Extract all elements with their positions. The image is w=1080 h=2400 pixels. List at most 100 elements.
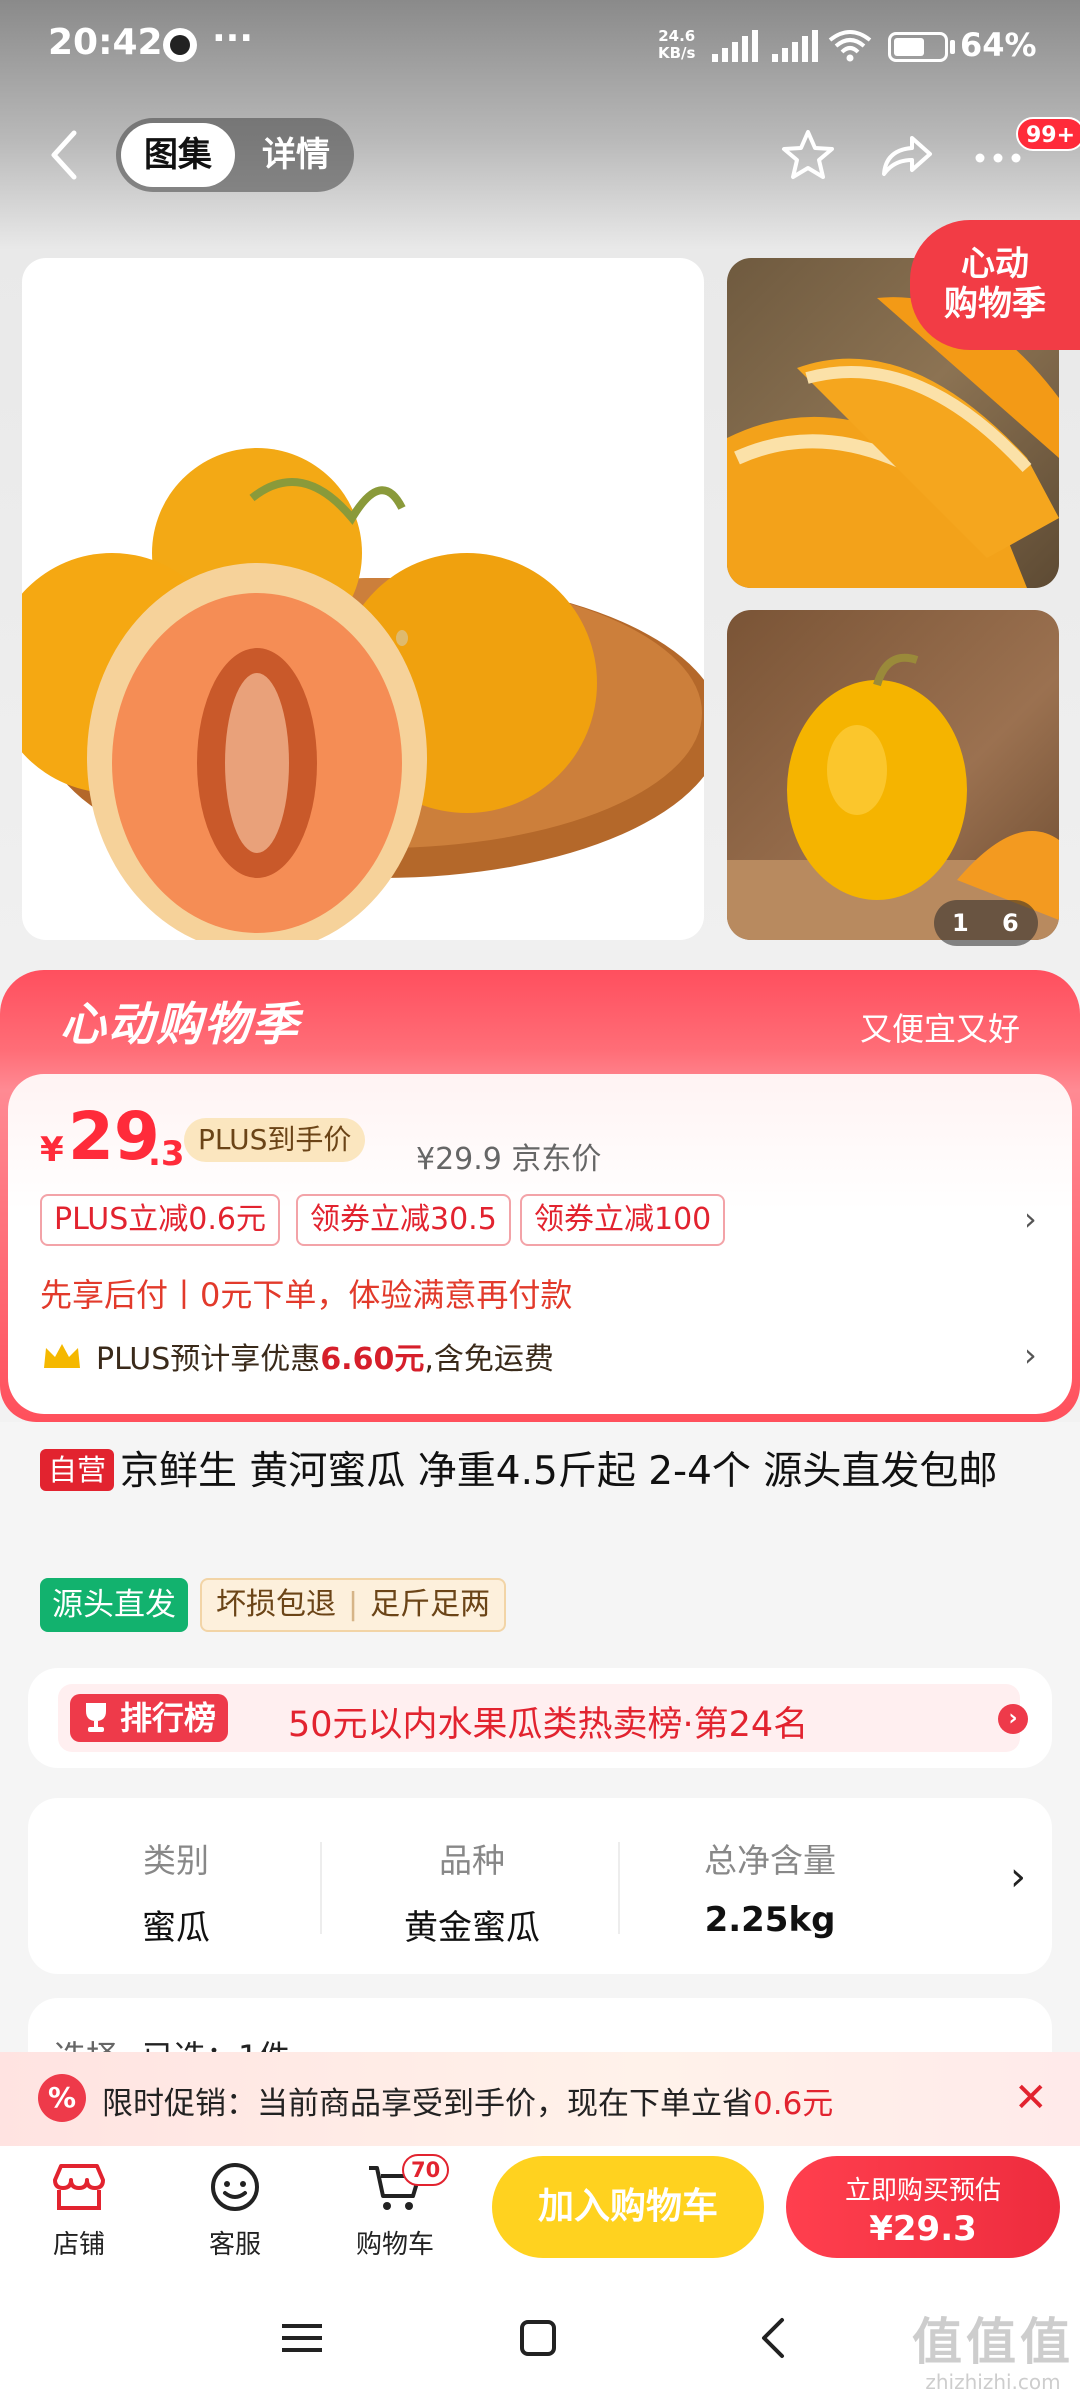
price-integer: 29	[68, 1098, 160, 1175]
home-icon[interactable]	[508, 2308, 568, 2368]
share-icon[interactable]	[876, 126, 936, 186]
system-nav-bar: 值值值 zhizhizhi.com	[0, 2268, 1080, 2400]
add-to-cart-button[interactable]: 加入购物车	[492, 2156, 764, 2258]
battery-tip	[950, 40, 955, 54]
status-dots: ···	[212, 18, 254, 59]
product-title-text: 京鲜生 黄河蜜瓜 净重4.5斤起 2-4个 源头直发包邮	[120, 1449, 998, 1494]
main-product-image[interactable]	[22, 258, 704, 940]
self-operated-tag: 自营	[40, 1449, 115, 1491]
spec-divider	[618, 1842, 620, 1934]
plus-savings-amount: 6.60元	[320, 1342, 425, 1377]
ranking-badge: 排行榜	[70, 1694, 229, 1742]
plus-price-tag: PLUS到手价	[184, 1118, 366, 1162]
coupon-2[interactable]: 领券立减100	[520, 1194, 726, 1246]
watermark-sub: zhizhizhi.com	[925, 2370, 1061, 2394]
spec-category: 类别 蜜瓜	[28, 1834, 324, 1949]
watermark-main: 值值值	[912, 2313, 1074, 2371]
coupon-chevron-icon[interactable]: ›	[1024, 1200, 1037, 1238]
action-bar: 店铺 客服 购物车 70 加入购物车 立即购买预估 ¥29.3	[0, 2146, 1080, 2268]
back-icon[interactable]	[44, 127, 84, 183]
source-direct-tag: 源头直发	[40, 1578, 188, 1632]
pay-later-text: 先享后付丨0元下单，体验满意再付款	[40, 1276, 573, 1314]
promo-badge-line2: 购物季	[944, 284, 1046, 324]
coupon-plus[interactable]: PLUS立减0.6元	[40, 1194, 281, 1246]
guarantee-damage: 坏损包退	[216, 1587, 336, 1622]
spec-divider	[320, 1842, 322, 1934]
spec-net-weight: 总净含量 2.25kg	[622, 1834, 918, 1940]
view-switcher: 图集 详情	[116, 118, 354, 192]
signal-icon	[712, 28, 758, 62]
discount-icon: %	[38, 2074, 86, 2122]
tab-detail[interactable]: 详情	[242, 123, 350, 187]
tab-gallery[interactable]: 图集	[121, 123, 235, 187]
guarantee-tags[interactable]: 坏损包退 | 足斤足两	[200, 1578, 507, 1632]
plus-savings-suffix: ,含免运费	[424, 1342, 554, 1377]
watermark: 值值值 zhizhizhi.com	[912, 2302, 1074, 2394]
close-icon[interactable]: ✕	[1014, 2074, 1048, 2122]
cart-count-badge: 70	[402, 2154, 450, 2186]
network-speed-value: 24.6	[658, 27, 696, 45]
flash-promo-bar[interactable]: % 限时促销：当前商品享受到手价，现在下单立省0.6元 ✕	[0, 2052, 1080, 2146]
ranking-arrow-icon[interactable]: ›	[998, 1704, 1028, 1734]
customer-service-icon	[211, 2163, 259, 2211]
shopping-season-badge: 心动 购物季	[910, 220, 1080, 350]
spec-chevron-icon[interactable]: ›	[1010, 1854, 1026, 1900]
notification-badge: 99+	[1016, 117, 1080, 151]
flash-promo-text: 限时促销：当前商品享受到手价，现在下单立省0.6元	[102, 2078, 833, 2123]
ranking-badge-label: 排行榜	[120, 1699, 217, 1737]
flash-promo-prefix: 限时促销：当前商品享受到手价，现在下单立省	[102, 2086, 753, 2122]
spec-value: 2.25kg	[704, 1900, 836, 1940]
service-button[interactable]: 客服	[180, 2160, 290, 2270]
shop-button[interactable]: 店铺	[24, 2160, 134, 2270]
battery-icon	[888, 32, 948, 62]
favorite-star-icon[interactable]	[778, 126, 838, 186]
service-label: 客服	[208, 2230, 261, 2260]
shop-label: 店铺	[52, 2230, 105, 2260]
network-speed: 24.6 KB/s	[658, 28, 695, 62]
price-currency: ¥	[40, 1130, 64, 1170]
cart-label: 购物车	[355, 2230, 434, 2260]
spec-card[interactable]: 类别 蜜瓜 品种 黄金蜜瓜 总净含量 2.25kg ›	[28, 1798, 1052, 1974]
crown-icon	[42, 1342, 82, 1372]
price-panel[interactable]: ¥ 29 .3 PLUS到手价 ¥29.9 京东价 PLUS立减0.6元 领券立…	[8, 1074, 1072, 1414]
promo-card: 心动购物季 又便宜又好 ¥ 29 .3 PLUS到手价 ¥29.9 京东价 PL…	[0, 970, 1080, 1422]
promo-badge-line1: 心动	[961, 244, 1029, 284]
buy-now-label: 立即购买预估	[844, 2176, 1001, 2206]
buy-now-price: ¥29.3	[869, 2209, 977, 2249]
back-nav-icon[interactable]	[744, 2308, 804, 2368]
spec-label: 类别	[143, 1841, 209, 1880]
status-time: 20:42	[48, 22, 163, 63]
wifi-icon	[828, 28, 874, 62]
watch-icon	[163, 28, 197, 62]
coupon-1[interactable]: 领券立减30.5	[296, 1194, 511, 1246]
plus-savings-prefix: PLUS预计享优惠	[96, 1342, 321, 1377]
ranking-card[interactable]: 排行榜 50元以内水果瓜类热卖榜·第24名 ›	[28, 1668, 1052, 1768]
image-pager: 1 6	[934, 900, 1038, 946]
spec-label: 总净含量	[704, 1841, 836, 1880]
signal-icon-2	[772, 28, 818, 62]
trophy-icon	[86, 1703, 106, 1732]
pager-total: 6	[1002, 909, 1019, 937]
status-bar: 20:42 ··· 24.6 KB/s 64%	[0, 0, 1080, 95]
plus-chevron-icon[interactable]: ›	[1024, 1336, 1037, 1374]
battery-level: 64%	[960, 26, 1037, 64]
price-decimal: .3	[148, 1134, 185, 1174]
product-title: 自营 京鲜生 黄河蜜瓜 净重4.5斤起 2-4个 源头直发包邮	[40, 1444, 1040, 1500]
spec-label: 品种	[439, 1841, 505, 1880]
network-speed-unit: KB/s	[658, 44, 696, 62]
shop-icon	[53, 2164, 105, 2210]
pager-current: 1	[952, 909, 969, 937]
guarantee-weight: 足斤足两	[370, 1587, 491, 1622]
spec-variety: 品种 黄金蜜瓜	[324, 1834, 620, 1949]
thumbnail-image-2[interactable]	[727, 610, 1059, 940]
spec-value: 黄金蜜瓜	[404, 1908, 540, 1948]
spec-value: 蜜瓜	[142, 1908, 210, 1948]
buy-now-button[interactable]: 立即购买预估 ¥29.3	[786, 2156, 1060, 2258]
plus-savings[interactable]: PLUS预计享优惠6.60元,含免运费	[96, 1334, 554, 1378]
promo-title: 心动购物季	[60, 997, 300, 1051]
flash-promo-amount: 0.6元	[753, 2086, 834, 2122]
promo-slogan: 又便宜又好	[859, 1010, 1020, 1048]
ranking-text: 50元以内水果瓜类热卖榜·第24名	[288, 1705, 809, 1745]
menu-icon[interactable]	[272, 2308, 332, 2368]
original-price: ¥29.9 京东价	[416, 1142, 602, 1177]
